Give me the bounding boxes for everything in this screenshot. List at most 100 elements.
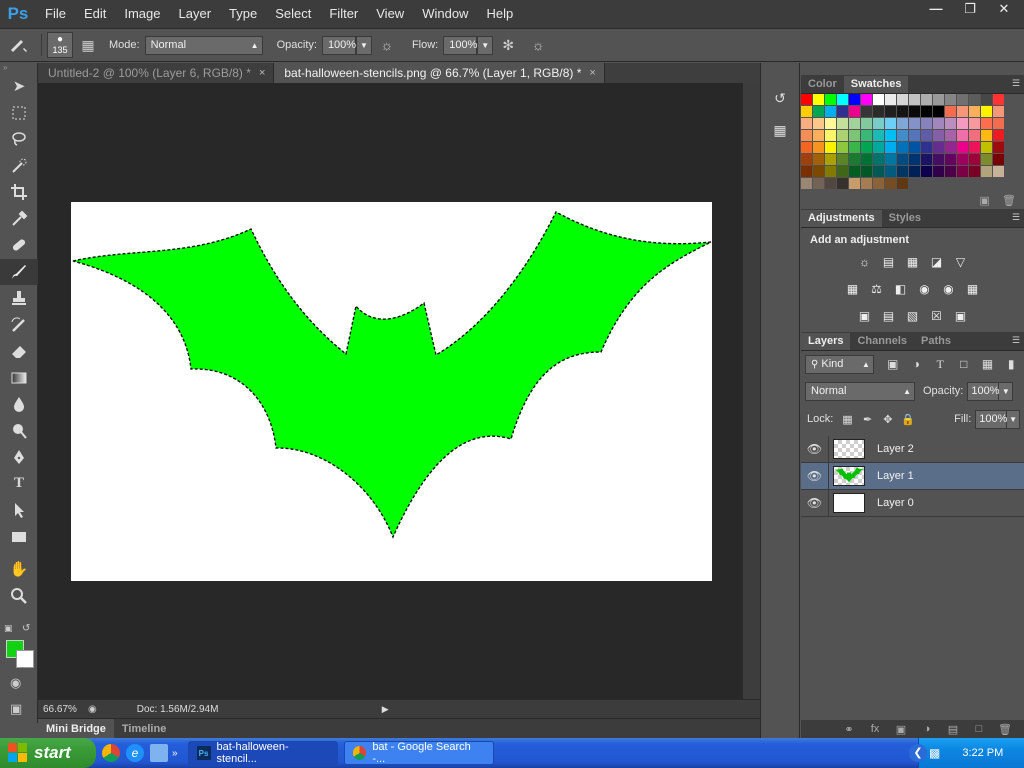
swatch[interactable]	[801, 106, 812, 117]
tab-untitled-2[interactable]: Untitled-2 @ 100% (Layer 6, RGB/8) * ×	[38, 63, 275, 83]
menu-edit[interactable]: Edit	[75, 0, 115, 28]
swatch[interactable]	[933, 118, 944, 129]
quicklaunch-more-icon[interactable]: »	[172, 748, 178, 759]
new-layer-icon[interactable]: □	[970, 723, 988, 735]
mode-select[interactable]: Normal ▲	[144, 35, 263, 55]
swatch[interactable]	[909, 154, 920, 165]
close-button[interactable]: ✕	[988, 0, 1020, 20]
swatch[interactable]	[825, 94, 836, 105]
swatch[interactable]	[897, 142, 908, 153]
menu-type[interactable]: Type	[220, 0, 266, 28]
tab-timeline[interactable]: Timeline	[114, 719, 174, 739]
swatch[interactable]	[861, 154, 872, 165]
swatch[interactable]	[957, 118, 968, 129]
swatch[interactable]	[873, 142, 884, 153]
layer-name[interactable]: Layer 2	[877, 443, 914, 455]
swatch[interactable]	[885, 130, 896, 141]
swatch[interactable]	[933, 154, 944, 165]
layer-name[interactable]: Layer 1	[877, 470, 914, 482]
layer-row-layer-2[interactable]: 👁 Layer 2	[801, 435, 1024, 463]
swatch[interactable]	[801, 154, 812, 165]
canvas-area[interactable]	[38, 83, 742, 699]
pressure-opacity-icon[interactable]: ☼	[376, 34, 398, 56]
swatch[interactable]	[969, 118, 980, 129]
swatch[interactable]	[801, 130, 812, 141]
swatch[interactable]	[825, 178, 836, 189]
lock-all-icon[interactable]: 🔒	[900, 410, 916, 428]
swatch[interactable]	[873, 166, 884, 177]
chrome-quicklaunch-icon[interactable]	[102, 744, 120, 762]
airbrush-icon[interactable]: ✻	[497, 34, 519, 56]
show-desktop-icon[interactable]	[150, 744, 168, 762]
chevron-down-icon[interactable]: ▼	[999, 381, 1014, 401]
posterize-icon[interactable]: ▤	[880, 307, 898, 325]
kind-filter-select[interactable]: ⚲ Kind ▲	[805, 354, 874, 374]
hue-saturation-icon[interactable]: ▦	[844, 280, 862, 298]
swatch[interactable]	[825, 118, 836, 129]
swatch[interactable]	[813, 154, 824, 165]
swatch[interactable]	[873, 118, 884, 129]
swatch[interactable]	[825, 106, 836, 117]
swatch[interactable]	[897, 106, 908, 117]
swatch[interactable]	[885, 94, 896, 105]
swatch[interactable]	[885, 154, 896, 165]
task-chrome[interactable]: bat - Google Search -...	[343, 741, 494, 765]
swatch[interactable]	[861, 106, 872, 117]
smart-object-filter-icon[interactable]: ▦	[979, 355, 997, 373]
swatch[interactable]	[921, 154, 932, 165]
visibility-eye-icon[interactable]: 👁	[801, 435, 829, 463]
levels-icon[interactable]: ▤	[880, 253, 898, 271]
swatch[interactable]	[993, 166, 1004, 177]
channel-mixer-icon[interactable]: ◉	[940, 280, 958, 298]
swatch[interactable]	[837, 106, 848, 117]
selective-color-icon[interactable]: ☒	[928, 307, 946, 325]
swatch[interactable]	[909, 94, 920, 105]
swatch[interactable]	[861, 130, 872, 141]
lock-transparency-icon[interactable]: ▦	[839, 410, 855, 428]
swatch[interactable]	[849, 142, 860, 153]
flow-input[interactable]: 100%	[443, 35, 477, 55]
swatch[interactable]	[945, 142, 956, 153]
swatch[interactable]	[969, 94, 980, 105]
swatch[interactable]	[873, 106, 884, 117]
swatch[interactable]	[873, 94, 884, 105]
add-mask-icon[interactable]: ▣	[892, 723, 910, 736]
layer-row-layer-1[interactable]: 👁 Layer 1	[801, 462, 1024, 490]
swatch[interactable]	[897, 118, 908, 129]
chevron-down-icon[interactable]: ▼	[1007, 409, 1020, 429]
eraser-tool[interactable]	[0, 338, 38, 365]
swatch[interactable]	[885, 142, 896, 153]
swatch[interactable]	[849, 118, 860, 129]
menu-filter[interactable]: Filter	[320, 0, 367, 28]
threshold-icon[interactable]: ▧	[904, 307, 922, 325]
tab-swatches[interactable]: Swatches	[843, 76, 909, 93]
swatch[interactable]	[969, 130, 980, 141]
new-group-icon[interactable]: ▤	[944, 723, 962, 736]
swatch[interactable]	[993, 106, 1004, 117]
photo-filter-icon[interactable]: ◉	[916, 280, 934, 298]
swatch[interactable]	[981, 142, 992, 153]
healing-tool[interactable]	[0, 232, 38, 259]
swatch[interactable]	[933, 106, 944, 117]
swatch[interactable]	[837, 166, 848, 177]
swatch[interactable]	[945, 94, 956, 105]
swatch[interactable]	[849, 130, 860, 141]
quick-mask-icon[interactable]: ◉	[10, 675, 21, 691]
swatch[interactable]	[969, 154, 980, 165]
swatch[interactable]	[873, 130, 884, 141]
pen-tool[interactable]	[0, 444, 38, 471]
zoom-level[interactable]: 66.67%	[38, 704, 88, 715]
swatch-grid[interactable]	[801, 94, 1006, 190]
vertical-scrollbar[interactable]	[742, 83, 760, 699]
tab-adjustments[interactable]: Adjustments	[801, 210, 882, 227]
tab-layers[interactable]: Layers	[801, 333, 851, 350]
menu-view[interactable]: View	[367, 0, 413, 28]
swatch[interactable]	[897, 130, 908, 141]
move-tool[interactable]: ➤	[0, 73, 38, 100]
swatch[interactable]	[837, 118, 848, 129]
gradient-map-icon[interactable]: ▣	[952, 307, 970, 325]
swatch[interactable]	[897, 154, 908, 165]
panel-menu-icon[interactable]: ☰	[1012, 335, 1020, 346]
swatch[interactable]	[813, 106, 824, 117]
opacity-dropdown[interactable]: ▼	[355, 35, 372, 55]
